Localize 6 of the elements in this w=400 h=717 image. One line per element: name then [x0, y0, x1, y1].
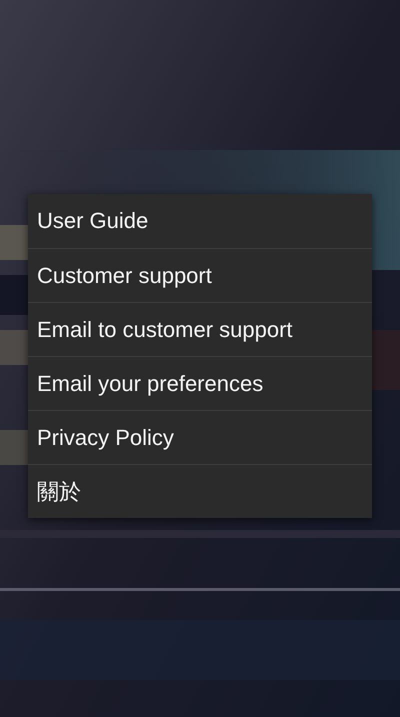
menu-item[interactable]: Customer support — [28, 248, 372, 302]
menu-item[interactable]: 關於 — [28, 464, 372, 518]
menu-item[interactable]: User Guide — [28, 194, 372, 248]
menu-item[interactable]: Privacy Policy — [28, 410, 372, 464]
menu-item[interactable]: Email to customer support — [28, 302, 372, 356]
menu-item[interactable]: Email your preferences — [28, 356, 372, 410]
